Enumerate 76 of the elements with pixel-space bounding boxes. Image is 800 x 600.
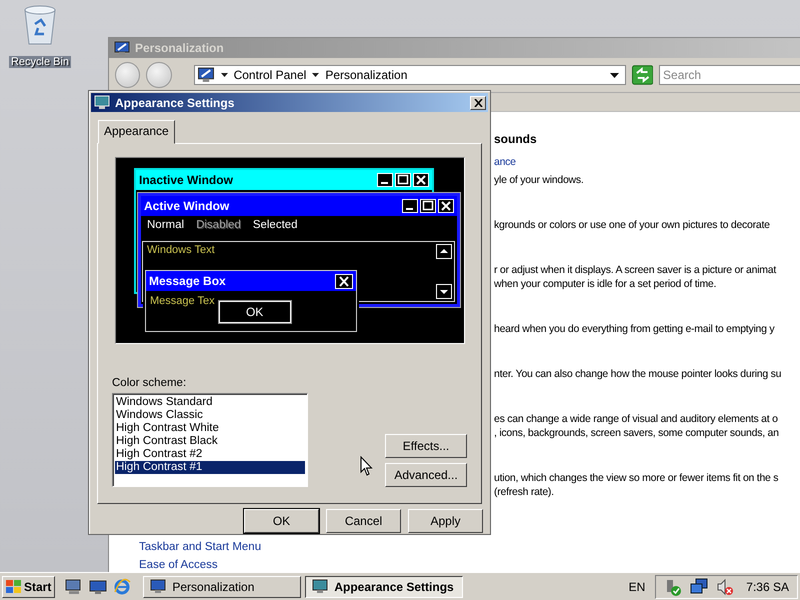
caret-icon[interactable] xyxy=(312,73,320,77)
refresh-icon[interactable] xyxy=(632,65,654,85)
clock[interactable]: 7:36 SA xyxy=(746,580,789,594)
task-link[interactable]: ance xyxy=(494,155,800,169)
sidebar-link[interactable]: Taskbar and Start Menu xyxy=(139,541,494,553)
control-panel-icon xyxy=(196,67,215,83)
mouse-pointer-icon xyxy=(360,456,373,477)
windows-logo-icon[interactable] xyxy=(6,580,22,594)
list-item[interactable]: High Contrast #1 xyxy=(115,461,305,474)
description-text: es can change a wide range of visual and auditory elements at o xyxy=(494,412,779,426)
dialog-button[interactable]: Advanced... xyxy=(385,463,467,487)
window-title: Active Window xyxy=(144,199,230,213)
desktop-icon-label[interactable]: Recycle Bin xyxy=(8,56,72,68)
description-text: r or adjust when it displays. A screen saver is a picture or animat xyxy=(494,263,778,277)
list-item[interactable]: High Contrast Black xyxy=(115,435,305,448)
description-text: , icons, backgrounds, screen savers, some computer sounds, an xyxy=(494,426,780,440)
breadcrumb-item[interactable]: Personalization xyxy=(325,68,408,82)
close-icon[interactable] xyxy=(474,98,482,106)
monitor-icon xyxy=(94,95,110,110)
window-title: Message Box xyxy=(149,274,226,288)
message-text: Message Tex xyxy=(150,295,215,307)
close-icon xyxy=(438,199,454,213)
scroll-down-icon xyxy=(436,284,452,299)
safe-removal-icon[interactable] xyxy=(664,578,682,596)
field-label: Color scheme: xyxy=(112,377,188,389)
close-button[interactable] xyxy=(470,96,486,110)
description-text: ution, which changes the view so more or fewer items fit on the s xyxy=(494,471,780,485)
taskbar-button[interactable]: Appearance Settings xyxy=(305,576,464,598)
computer-icon[interactable] xyxy=(65,578,84,594)
recycle-bin-icon[interactable] xyxy=(22,4,58,46)
scroll-up-icon xyxy=(436,244,452,259)
breadcrumb-item[interactable]: Control Panel xyxy=(234,68,306,82)
dialog-button[interactable]: Apply xyxy=(408,509,483,533)
description-text: kgrounds or colors or use one of your own pictures to decorate xyxy=(494,218,771,232)
language-indicator[interactable]: EN xyxy=(628,580,646,594)
address-bar[interactable]: Control Panel Personalization xyxy=(194,65,626,85)
caret-icon[interactable] xyxy=(220,73,228,77)
description-text: yle of your windows. xyxy=(494,173,585,187)
monitor-icon[interactable] xyxy=(312,579,328,594)
dialog-button[interactable]: Cancel xyxy=(326,509,401,533)
window-title: Appearance Settings xyxy=(115,96,234,110)
tab[interactable]: Appearance xyxy=(98,120,175,144)
section-heading: sounds xyxy=(494,132,538,146)
description-text: nter. You can also change how the mouse pointer looks during su xyxy=(494,367,782,381)
description-text: (refresh rate). xyxy=(494,485,555,499)
list-item[interactable]: Windows Standard xyxy=(115,396,305,409)
menu-item: Disabled xyxy=(196,219,241,233)
window-text: Windows Text xyxy=(147,244,215,256)
start-button[interactable]: Start xyxy=(2,576,56,598)
description-text: heard when you do everything from getting e-mail to emptying y xyxy=(494,322,776,336)
color-scheme-list[interactable]: Windows Standard Windows Classic High Contrast White High Contrast Black High Contrast #2 High Contrast #1 xyxy=(112,393,308,487)
control-panel-icon xyxy=(114,40,130,56)
close-icon xyxy=(335,274,353,288)
speaker-muted-icon[interactable] xyxy=(716,578,734,596)
sidebar-link[interactable]: Ease of Access xyxy=(139,559,494,571)
description-text: when your computer is idle for a set period of time. xyxy=(494,277,718,291)
minimize-icon xyxy=(402,199,418,213)
dropdown-arrow-icon[interactable] xyxy=(610,72,619,78)
monitor-icon[interactable] xyxy=(150,579,166,594)
window-title: Inactive Window xyxy=(139,173,233,187)
list-item[interactable]: High Contrast White xyxy=(115,422,305,435)
maximize-icon xyxy=(420,199,436,213)
window-title: Personalization xyxy=(135,41,224,55)
taskbar-button[interactable]: Personalization xyxy=(143,576,302,598)
monitor-icon[interactable] xyxy=(89,578,108,594)
list-item[interactable]: Windows Classic xyxy=(115,409,305,422)
list-item[interactable]: High Contrast #2 xyxy=(115,448,305,461)
dialog-button[interactable]: Effects... xyxy=(385,434,467,458)
search-field[interactable]: Search xyxy=(659,65,800,85)
ok-button[interactable]: OK xyxy=(218,301,291,323)
close-icon xyxy=(413,173,429,187)
network-icon[interactable] xyxy=(690,578,708,596)
maximize-icon xyxy=(395,173,411,187)
browser-icon[interactable] xyxy=(113,578,132,596)
minimize-icon xyxy=(377,173,393,187)
dialog-button[interactable]: OK xyxy=(244,509,319,533)
